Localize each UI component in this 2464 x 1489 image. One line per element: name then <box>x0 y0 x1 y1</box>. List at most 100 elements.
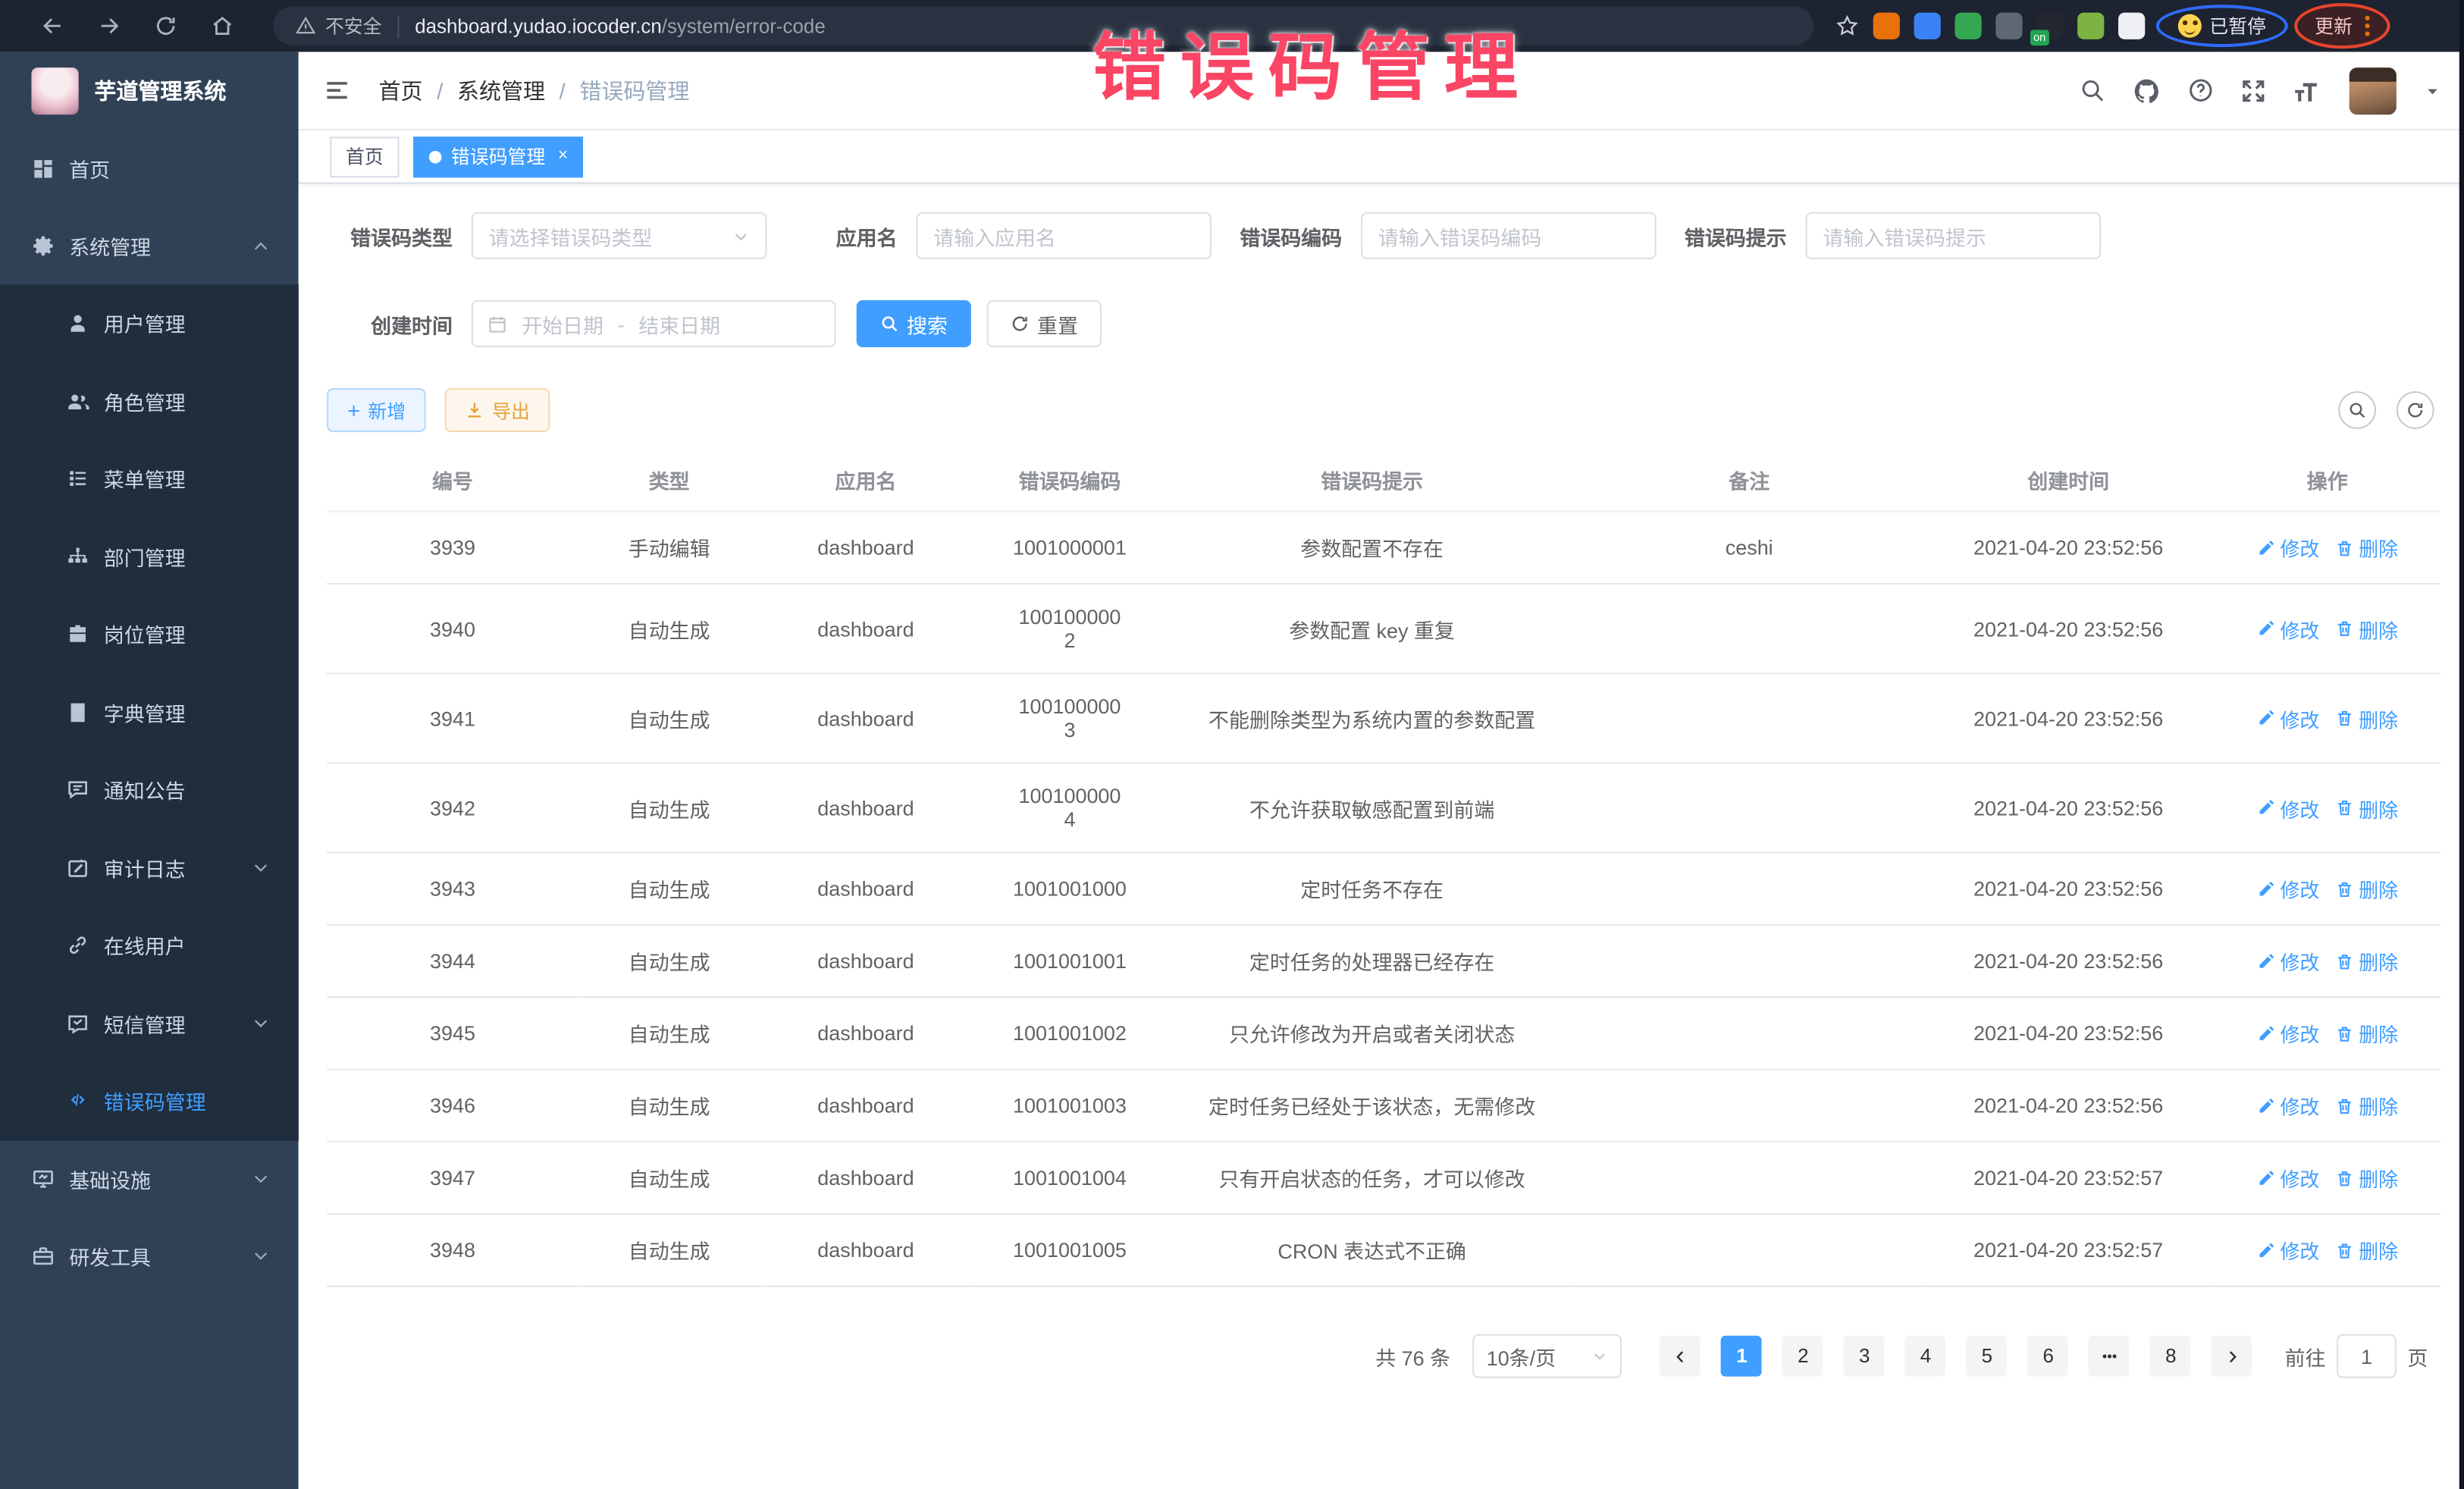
sidebar-item-12[interactable]: 短信管理 <box>0 985 299 1063</box>
delete-link[interactable]: 删除 <box>2335 1090 2398 1120</box>
sidebar-item-2[interactable]: 系统管理 <box>0 208 299 285</box>
extension-paused-badge[interactable]: 已暂停 <box>2159 6 2285 45</box>
edit-link[interactable]: 修改 <box>2256 533 2319 563</box>
sidebar-item-label: 字典管理 <box>104 697 186 727</box>
app-name-input[interactable]: 请输入应用名 <box>916 212 1212 259</box>
page-button-6[interactable]: 6 <box>2028 1336 2069 1377</box>
user-avatar[interactable] <box>2350 67 2397 114</box>
error-code-input[interactable]: 请输入错误码编码 <box>1361 212 1657 259</box>
bookmark-star-icon[interactable] <box>1835 14 1859 38</box>
chevron-down-icon[interactable] <box>2423 81 2442 100</box>
ext-puzzle-icon[interactable] <box>2118 13 2145 39</box>
close-icon[interactable]: × <box>558 148 568 165</box>
delete-trash-icon <box>2335 619 2354 638</box>
row-time: 2021-04-20 23:52:56 <box>1923 673 2215 763</box>
error-hint-input[interactable]: 请输入错误码提示 <box>1806 212 2102 259</box>
sidebar-item-3[interactable]: 用户管理 <box>0 284 299 362</box>
search-icon[interactable] <box>2079 77 2105 104</box>
ext-green-drop-icon[interactable] <box>2077 13 2104 39</box>
edit-link[interactable]: 修改 <box>2256 1090 2319 1120</box>
delete-link[interactable]: 删除 <box>2335 1235 2398 1265</box>
github-icon[interactable] <box>2133 77 2161 105</box>
sidebar-item-6[interactable]: 部门管理 <box>0 518 299 596</box>
tab-1[interactable]: 首页 <box>330 136 399 177</box>
sidebar-item-9[interactable]: 通知公告 <box>0 751 299 829</box>
refresh-icon[interactable] <box>2397 391 2434 429</box>
ext-orange-ring-icon[interactable] <box>1873 13 1900 39</box>
row-app: dashboard <box>760 763 972 852</box>
home-icon[interactable] <box>211 14 234 38</box>
sidebar-item-1[interactable]: 首页 <box>0 130 299 208</box>
sidebar-item-8[interactable]: 字典管理 <box>0 673 299 751</box>
sidebar-item-10[interactable]: 审计日志 <box>0 829 299 907</box>
edit-link[interactable]: 修改 <box>2256 1235 2319 1265</box>
row-memo <box>1576 763 1923 852</box>
date-range-input[interactable]: 开始日期 - 结束日期 <box>472 300 836 347</box>
ext-green-check-icon[interactable] <box>1955 13 1981 39</box>
delete-link[interactable]: 删除 <box>2335 613 2398 643</box>
more-pages-button[interactable]: ••• <box>2089 1336 2130 1377</box>
edit-link[interactable]: 修改 <box>2256 1163 2319 1193</box>
delete-link[interactable]: 删除 <box>2335 873 2398 903</box>
url-bar[interactable]: 不安全 dashboard.yudao.iocoder.cn/system/er… <box>274 6 1814 45</box>
reload-icon[interactable] <box>154 14 177 38</box>
delete-trash-icon <box>2335 1096 2354 1115</box>
delete-link[interactable]: 删除 <box>2335 704 2398 733</box>
edit-link[interactable]: 修改 <box>2256 946 2319 976</box>
goto-page-input[interactable]: 1 <box>2337 1334 2397 1378</box>
page-size-select[interactable]: 10条/页 <box>1472 1334 1622 1378</box>
font-size-icon[interactable] <box>2293 78 2322 103</box>
browser-update-button[interactable]: 更新 <box>2299 6 2385 45</box>
sidebar-collapse-icon[interactable] <box>324 77 350 104</box>
delete-link[interactable]: 删除 <box>2335 946 2398 976</box>
edit-link[interactable]: 修改 <box>2256 613 2319 643</box>
ext-list-on-icon[interactable]: on <box>2036 13 2063 39</box>
page-button-2[interactable]: 2 <box>1782 1336 1823 1377</box>
reset-button[interactable]: 重置 <box>987 300 1102 347</box>
sidebar-item-label: 菜单管理 <box>104 464 186 494</box>
column-header: 创建时间 <box>1923 450 2215 512</box>
page-button-5[interactable]: 5 <box>1967 1336 2008 1377</box>
fullscreen-icon[interactable] <box>2241 78 2266 103</box>
row-time: 2021-04-20 23:52:56 <box>1923 997 2215 1069</box>
row-memo <box>1576 584 1923 673</box>
row-type: 自动生成 <box>578 584 760 673</box>
sidebar-item-13[interactable]: 错误码管理 <box>0 1062 299 1140</box>
page-button-1[interactable]: 1 <box>1722 1336 1763 1377</box>
edit-link[interactable]: 修改 <box>2256 704 2319 733</box>
edit-link[interactable]: 修改 <box>2256 873 2319 903</box>
add-button[interactable]: + 新增 <box>327 388 426 432</box>
delete-link[interactable]: 删除 <box>2335 1163 2398 1193</box>
sidebar-item-11[interactable]: 在线用户 <box>0 907 299 985</box>
page-button-8[interactable]: 8 <box>2150 1336 2191 1377</box>
tab-2[interactable]: 错误码管理× <box>413 136 584 177</box>
help-icon[interactable] <box>2187 77 2214 104</box>
page-button-4[interactable]: 4 <box>1905 1336 1946 1377</box>
back-icon[interactable] <box>41 14 64 38</box>
search-button[interactable]: 搜索 <box>857 300 971 347</box>
export-button[interactable]: 导出 <box>445 388 550 432</box>
sidebar-item-15[interactable]: 研发工具 <box>0 1217 299 1294</box>
prev-page-button[interactable] <box>1660 1336 1701 1377</box>
extension-badge: on <box>2030 30 2049 45</box>
next-page-button[interactable] <box>2212 1336 2252 1377</box>
sidebar-item-14[interactable]: 基础设施 <box>0 1140 299 1218</box>
ext-blue-gem-icon[interactable] <box>1914 13 1941 39</box>
sidebar-item-7[interactable]: 岗位管理 <box>0 596 299 674</box>
delete-link[interactable]: 删除 <box>2335 793 2398 823</box>
delete-link[interactable]: 删除 <box>2335 533 2398 563</box>
row-msg: 只有开启状态的任务，才可以修改 <box>1168 1142 1576 1214</box>
error-type-select[interactable]: 请选择错误码类型 <box>472 212 767 259</box>
edit-link[interactable]: 修改 <box>2256 793 2319 823</box>
breadcrumb-home[interactable]: 首页 <box>379 74 423 105</box>
app-logo[interactable]: 芋道管理系统 <box>0 52 299 130</box>
forward-icon[interactable] <box>98 14 121 38</box>
breadcrumb-system[interactable]: 系统管理 <box>457 74 545 105</box>
page-button-3[interactable]: 3 <box>1844 1336 1885 1377</box>
toggle-search-icon[interactable] <box>2338 391 2376 429</box>
sidebar-item-5[interactable]: 菜单管理 <box>0 440 299 518</box>
ext-blue-grid-icon[interactable] <box>1995 13 2022 39</box>
delete-link[interactable]: 删除 <box>2335 1018 2398 1048</box>
edit-link[interactable]: 修改 <box>2256 1018 2319 1048</box>
sidebar-item-4[interactable]: 角色管理 <box>0 362 299 440</box>
